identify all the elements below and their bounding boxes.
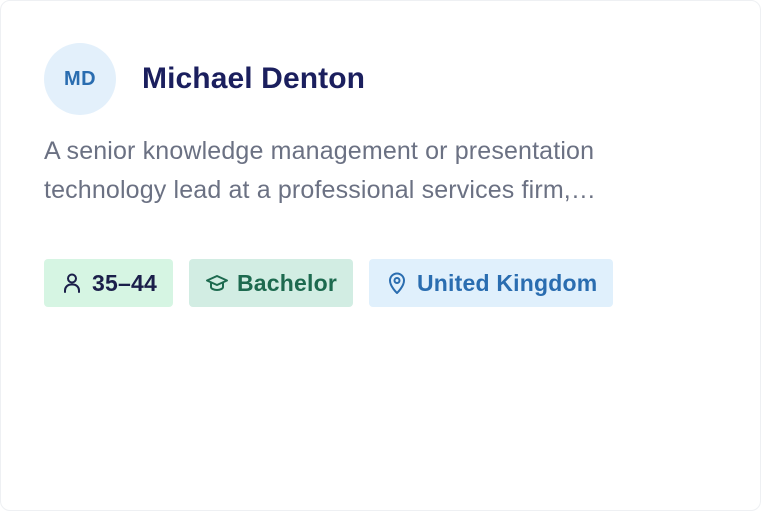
education-label: Bachelor xyxy=(236,269,337,296)
card-header: MD Michael Denton xyxy=(44,43,365,115)
avatar: MD xyxy=(44,43,116,115)
person-icon xyxy=(60,271,84,295)
description-line-2: technology lead at a professional servic… xyxy=(44,176,597,204)
graduation-cap-icon xyxy=(205,271,229,295)
education-tag: Bachelor xyxy=(188,259,353,307)
tag-list: 35–44 Bachelor United Kingdom xyxy=(44,259,614,307)
persona-description: A senior knowledge management or present… xyxy=(44,132,704,210)
age-tag: 35–44 xyxy=(44,259,173,307)
persona-name: Michael Denton xyxy=(142,62,366,95)
persona-card[interactable]: MD Michael Denton A senior knowledge man… xyxy=(0,0,763,513)
location-tag: United Kingdom xyxy=(369,259,614,307)
location-label: United Kingdom xyxy=(417,269,598,296)
age-label: 35–44 xyxy=(92,269,157,296)
map-pin-icon xyxy=(385,271,409,295)
description-line-1: A senior knowledge management or present… xyxy=(44,137,595,165)
